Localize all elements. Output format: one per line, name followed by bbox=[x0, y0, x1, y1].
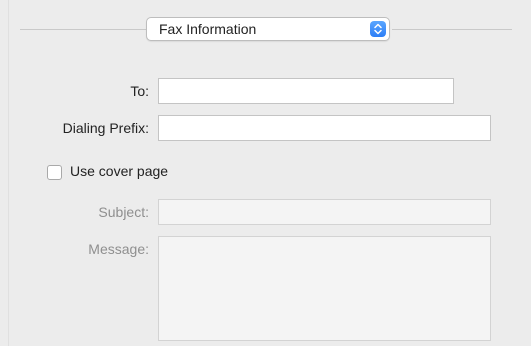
use-cover-page-label[interactable]: Use cover page bbox=[70, 163, 168, 179]
section-popup-label: Fax Information bbox=[159, 21, 257, 37]
message-label: Message: bbox=[88, 241, 149, 257]
up-down-chevron-icon bbox=[370, 21, 386, 37]
to-label: To: bbox=[130, 83, 149, 99]
subject-label: Subject: bbox=[98, 204, 149, 220]
to-field[interactable] bbox=[158, 78, 454, 104]
subject-field[interactable] bbox=[158, 199, 491, 225]
section-divider-left bbox=[20, 29, 146, 30]
section-popup-button[interactable]: Fax Information bbox=[146, 17, 390, 41]
section-divider-right bbox=[392, 29, 512, 30]
dialing-prefix-label: Dialing Prefix: bbox=[62, 120, 149, 136]
message-textarea[interactable] bbox=[158, 236, 491, 341]
dialing-prefix-field[interactable] bbox=[158, 115, 491, 141]
use-cover-page-checkbox[interactable] bbox=[47, 165, 62, 180]
